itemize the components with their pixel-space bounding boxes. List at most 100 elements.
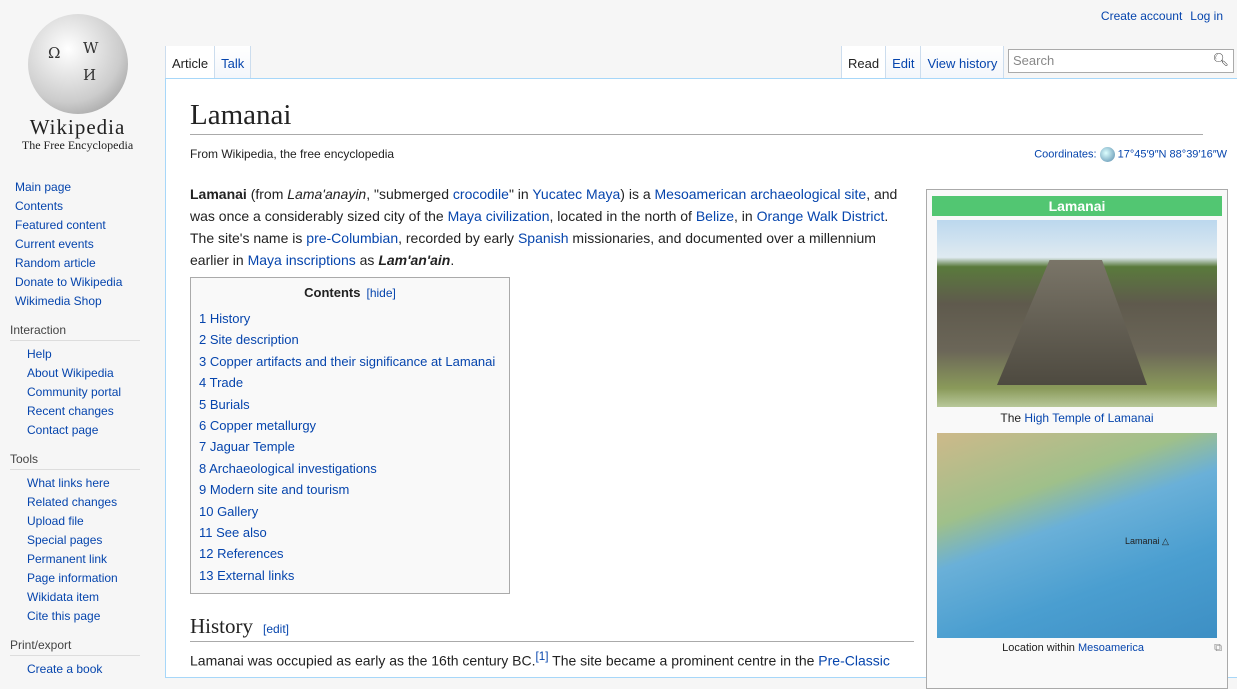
tab-read[interactable]: Read — [841, 46, 885, 79]
search-icon[interactable]: 🔍︎ — [1212, 52, 1229, 68]
link-archaeological-site[interactable]: Mesoamerican archaeological site — [655, 186, 867, 202]
map-marker-label: Lamanai △ — [1125, 536, 1169, 547]
sidebar-item-random[interactable]: Random article — [15, 256, 96, 270]
link-orange-walk[interactable]: Orange Walk District — [757, 208, 885, 224]
globe-icon[interactable] — [1100, 147, 1115, 162]
infobox: Lamanai The High Temple of Lamanai Laman… — [926, 189, 1228, 689]
text: Location within — [1002, 642, 1078, 654]
sidebar-item-what-links[interactable]: What links here — [27, 476, 110, 490]
toc-link[interactable]: 4 Trade — [199, 375, 243, 390]
reference-link[interactable]: [1] — [536, 650, 549, 663]
link-spanish[interactable]: Spanish — [518, 230, 569, 246]
toc-link[interactable]: 9 Modern site and tourism — [199, 482, 349, 497]
toc-item[interactable]: 9 Modern site and tourism — [199, 479, 501, 500]
high-temple-photo[interactable] — [937, 220, 1217, 407]
print-portal: Print/export Create a book — [10, 638, 160, 679]
coords-label: Coordinates: — [1034, 148, 1096, 160]
sidebar-item-wikidata[interactable]: Wikidata item — [27, 590, 99, 604]
toc-heading: Contents — [304, 285, 360, 300]
tab-talk[interactable]: Talk — [214, 46, 251, 79]
toc-item[interactable]: 13 External links — [199, 565, 501, 586]
toc-link[interactable]: 3 Copper artifacts and their significanc… — [199, 354, 495, 369]
toc-item[interactable]: 4 Trade — [199, 372, 501, 393]
sidebar-item-main-page[interactable]: Main page — [15, 180, 71, 194]
toc-item[interactable]: 2 Site description — [199, 329, 501, 350]
toc-link[interactable]: 8 Archaeological investigations — [199, 461, 377, 476]
toc-link[interactable]: 11 See also — [199, 525, 267, 540]
marker-text: Lamanai — [1125, 536, 1160, 546]
coordinates: Coordinates: 17°45′9″N 88°39′16″W — [1034, 147, 1227, 162]
link-pre-columbian[interactable]: pre-Columbian — [306, 230, 398, 246]
logo-tagline: The Free Encyclopedia — [0, 138, 155, 153]
enlarge-icon[interactable]: ⧉ — [1214, 642, 1222, 655]
toc-item[interactable]: 7 Jaguar Temple — [199, 436, 501, 457]
lead-paragraph: Lamanai (from Lama'anayin, "submerged cr… — [190, 183, 910, 271]
sidebar-item-create-book[interactable]: Create a book — [27, 662, 102, 676]
section-heading-history: History[edit] — [190, 614, 914, 642]
sidebar-item-page-info[interactable]: Page information — [27, 571, 118, 585]
toc-item[interactable]: 6 Copper metallurgy — [199, 415, 501, 436]
toc-item[interactable]: 1 History — [199, 308, 501, 329]
location-map[interactable]: Lamanai △ — [937, 433, 1217, 638]
toc-link[interactable]: 1 History — [199, 311, 250, 326]
text: Lama'anayin — [287, 186, 366, 202]
login-link[interactable]: Log in — [1190, 9, 1223, 23]
sidebar-item-upload[interactable]: Upload file — [27, 514, 84, 528]
link-mesoamerica[interactable]: Mesoamerica — [1078, 642, 1144, 654]
link-maya-civilization[interactable]: Maya civilization — [448, 208, 550, 224]
sidebar-item-contact[interactable]: Contact page — [27, 423, 98, 437]
sidebar-item-shop[interactable]: Wikimedia Shop — [15, 294, 102, 308]
logo-wordmark: Wikipedia — [0, 115, 155, 140]
toc-link[interactable]: 6 Copper metallurgy — [199, 418, 316, 433]
toc-link[interactable]: 2 Site description — [199, 332, 299, 347]
portal-heading: Tools — [10, 452, 140, 470]
toc-item[interactable]: 10 Gallery — [199, 501, 501, 522]
sidebar-item-recent-changes[interactable]: Recent changes — [27, 404, 114, 418]
coords-link[interactable]: 17°45′9″N 88°39′16″W — [1118, 148, 1227, 160]
search-input[interactable]: Search🔍︎ — [1008, 49, 1234, 73]
toc-link[interactable]: 13 External links — [199, 568, 294, 583]
link-crocodile[interactable]: crocodile — [453, 186, 509, 202]
tab-view-history[interactable]: View history — [920, 46, 1004, 79]
text: , located in the north of — [550, 208, 696, 224]
tab-article[interactable]: Article — [165, 46, 214, 79]
sidebar-item-about[interactable]: About Wikipedia — [27, 366, 114, 380]
sidebar-item-help[interactable]: Help — [27, 347, 52, 361]
sidebar-item-permanent[interactable]: Permanent link — [27, 552, 107, 566]
toc-item[interactable]: 8 Archaeological investigations — [199, 458, 501, 479]
interaction-portal: Interaction Help About Wikipedia Communi… — [10, 323, 160, 440]
toc-item[interactable]: 3 Copper artifacts and their significanc… — [199, 351, 501, 372]
text: ) is a — [620, 186, 654, 202]
sidebar-item-community[interactable]: Community portal — [27, 385, 121, 399]
text: , recorded by early — [398, 230, 518, 246]
text: The site became a prominent centre in th… — [549, 653, 819, 669]
toc-link[interactable]: 5 Burials — [199, 397, 250, 412]
sidebar-item-cite[interactable]: Cite this page — [27, 609, 100, 623]
portal-heading: Print/export — [10, 638, 140, 656]
sidebar-item-featured[interactable]: Featured content — [15, 218, 106, 232]
toc-link[interactable]: 12 References — [199, 546, 284, 561]
link-maya-inscriptions[interactable]: Maya inscriptions — [248, 252, 356, 268]
link-high-temple[interactable]: High Temple of Lamanai — [1024, 411, 1153, 425]
edit-section-link[interactable]: [edit] — [263, 622, 289, 636]
sidebar-item-current-events[interactable]: Current events — [15, 237, 94, 251]
wikipedia-logo[interactable]: ΩWИ Wikipedia The Free Encyclopedia — [0, 0, 160, 160]
link-pre-classic[interactable]: Pre-Classic — [818, 653, 890, 669]
sidebar-item-donate[interactable]: Donate to Wikipedia — [15, 275, 122, 289]
create-account-link[interactable]: Create account — [1101, 9, 1182, 23]
toc-item[interactable]: 5 Burials — [199, 394, 501, 415]
toc-link[interactable]: 7 Jaguar Temple — [199, 439, 295, 454]
sidebar-item-special[interactable]: Special pages — [27, 533, 102, 547]
namespace-tabs: Article Talk — [165, 46, 251, 79]
link-yucatec-maya[interactable]: Yucatec Maya — [532, 186, 620, 202]
link-belize[interactable]: Belize — [696, 208, 734, 224]
toc-hide-toggle[interactable]: [hide] — [366, 286, 395, 300]
toc-item[interactable]: 11 See also — [199, 522, 501, 543]
toc-link[interactable]: 10 Gallery — [199, 504, 258, 519]
toc-item[interactable]: 12 References — [199, 543, 501, 564]
sidebar-item-related[interactable]: Related changes — [27, 495, 117, 509]
toc-title: Contents [hide] — [199, 285, 501, 300]
sidebar-item-contents[interactable]: Contents — [15, 199, 63, 213]
tab-edit[interactable]: Edit — [885, 46, 920, 79]
temple-shape — [997, 260, 1147, 385]
